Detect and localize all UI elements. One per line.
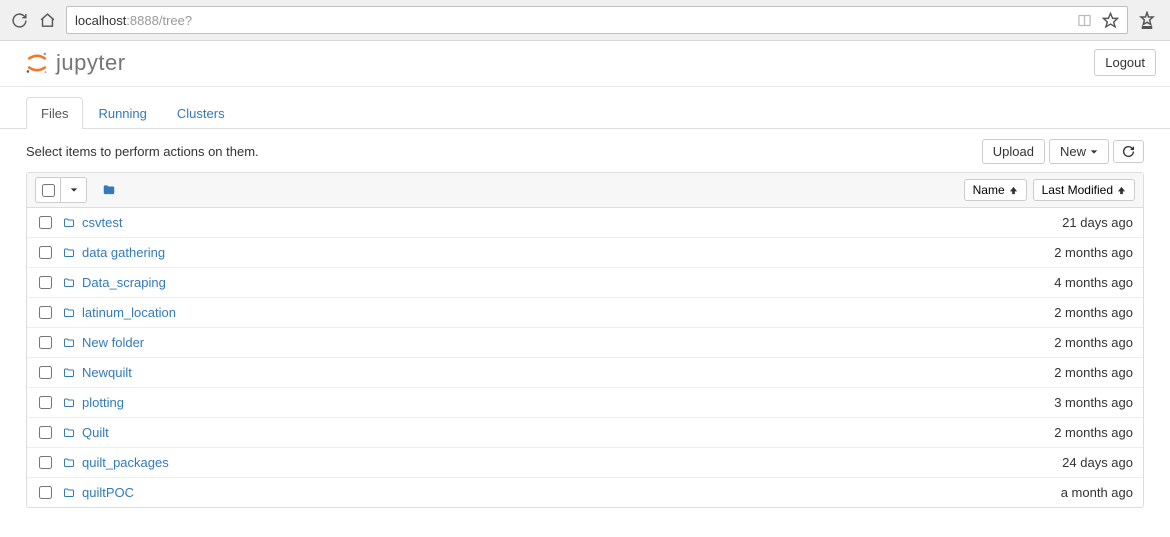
item-modified: 2 months ago	[1054, 305, 1133, 320]
folder-icon	[62, 427, 76, 439]
item-modified: 2 months ago	[1054, 365, 1133, 380]
item-name-link[interactable]: quilt_packages	[82, 455, 169, 470]
folder-icon	[62, 367, 76, 379]
url-text: localhost:8888/tree?	[75, 13, 1067, 28]
list-item: quiltPOC a month ago	[27, 478, 1143, 507]
row-checkbox[interactable]	[39, 456, 52, 469]
row-checkbox[interactable]	[39, 426, 52, 439]
list-item: New folder 2 months ago	[27, 328, 1143, 358]
folder-icon	[62, 247, 76, 259]
item-modified: 2 months ago	[1054, 245, 1133, 260]
file-list-header: Name Last Modified	[27, 173, 1143, 208]
upload-button[interactable]: Upload	[982, 139, 1045, 164]
file-list: Name Last Modified csvtest 21 days ago dat…	[26, 172, 1144, 508]
refresh-button[interactable]	[1113, 140, 1144, 163]
new-button-label: New	[1060, 144, 1086, 159]
item-modified: 21 days ago	[1062, 215, 1133, 230]
home-icon[interactable]	[38, 11, 56, 29]
file-list-header-left	[35, 177, 117, 203]
row-checkbox[interactable]	[39, 306, 52, 319]
reader-mode-icon[interactable]	[1075, 11, 1093, 29]
sort-modified-button[interactable]: Last Modified	[1033, 179, 1135, 201]
item-name-link[interactable]: New folder	[82, 335, 144, 350]
new-button[interactable]: New	[1049, 139, 1109, 164]
arrow-up-icon	[1117, 186, 1126, 195]
jupyter-logo-icon	[24, 50, 50, 76]
item-name-link[interactable]: csvtest	[82, 215, 122, 230]
logout-button[interactable]: Logout	[1094, 49, 1156, 76]
browser-chrome: localhost:8888/tree?	[0, 0, 1170, 41]
sort-modified-label: Last Modified	[1042, 183, 1113, 197]
breadcrumb-root-folder-icon[interactable]	[101, 183, 117, 197]
folder-icon	[62, 217, 76, 229]
item-name-link[interactable]: Data_scraping	[82, 275, 166, 290]
row-checkbox[interactable]	[39, 396, 52, 409]
file-list-header-right: Name Last Modified	[964, 179, 1135, 201]
row-checkbox[interactable]	[39, 246, 52, 259]
row-checkbox[interactable]	[39, 486, 52, 499]
row-checkbox[interactable]	[39, 276, 52, 289]
select-all-checkbox-box[interactable]	[35, 177, 61, 203]
item-modified: 4 months ago	[1054, 275, 1133, 290]
sort-name-label: Name	[973, 183, 1005, 197]
list-item: Quilt 2 months ago	[27, 418, 1143, 448]
select-all-checkbox[interactable]	[42, 184, 55, 197]
chrome-right-icons	[1138, 11, 1160, 29]
list-item: quilt_packages 24 days ago	[27, 448, 1143, 478]
tab-clusters[interactable]: Clusters	[162, 97, 240, 129]
item-name-link[interactable]: plotting	[82, 395, 124, 410]
bookmarks-icon[interactable]	[1138, 11, 1156, 29]
item-modified: 3 months ago	[1054, 395, 1133, 410]
refresh-icon[interactable]	[10, 11, 28, 29]
jupyter-logo[interactable]: jupyter	[24, 50, 126, 76]
sort-name-button[interactable]: Name	[964, 179, 1027, 201]
row-checkbox[interactable]	[39, 336, 52, 349]
bookmark-star-icon[interactable]	[1101, 11, 1119, 29]
hint-text: Select items to perform actions on them.	[26, 144, 259, 159]
url-bar[interactable]: localhost:8888/tree?	[66, 6, 1128, 34]
item-name-link[interactable]: quiltPOC	[82, 485, 134, 500]
item-name-link[interactable]: latinum_location	[82, 305, 176, 320]
list-item: Data_scraping 4 months ago	[27, 268, 1143, 298]
item-modified: 2 months ago	[1054, 425, 1133, 440]
list-item: plotting 3 months ago	[27, 388, 1143, 418]
folder-icon	[62, 337, 76, 349]
item-modified: 24 days ago	[1062, 455, 1133, 470]
toolbar-right: Upload New	[982, 139, 1144, 164]
folder-icon	[62, 457, 76, 469]
item-name-link[interactable]: Quilt	[82, 425, 109, 440]
item-name-link[interactable]: data gathering	[82, 245, 165, 260]
select-dropdown[interactable]	[61, 177, 87, 203]
list-item: latinum_location 2 months ago	[27, 298, 1143, 328]
tabs: FilesRunningClusters	[0, 87, 1170, 129]
row-checkbox[interactable]	[39, 366, 52, 379]
caret-down-icon	[70, 186, 78, 194]
list-item: Newquilt 2 months ago	[27, 358, 1143, 388]
folder-icon	[62, 277, 76, 289]
toolbar: Select items to perform actions on them.…	[0, 129, 1170, 172]
row-checkbox[interactable]	[39, 216, 52, 229]
tab-files[interactable]: Files	[26, 97, 83, 129]
caret-down-icon	[1090, 148, 1098, 156]
folder-icon	[62, 397, 76, 409]
item-name-link[interactable]: Newquilt	[82, 365, 132, 380]
refresh-icon	[1122, 145, 1135, 158]
folder-icon	[62, 307, 76, 319]
list-item: csvtest 21 days ago	[27, 208, 1143, 238]
brand-text: jupyter	[56, 50, 126, 76]
folder-icon	[62, 487, 76, 499]
item-modified: 2 months ago	[1054, 335, 1133, 350]
item-modified: a month ago	[1061, 485, 1133, 500]
file-rows: csvtest 21 days ago data gathering 2 months…	[27, 208, 1143, 507]
arrow-up-icon	[1009, 186, 1018, 195]
list-item: data gathering 2 months ago	[27, 238, 1143, 268]
jupyter-header: jupyter Logout	[0, 41, 1170, 87]
tab-running[interactable]: Running	[83, 97, 161, 129]
